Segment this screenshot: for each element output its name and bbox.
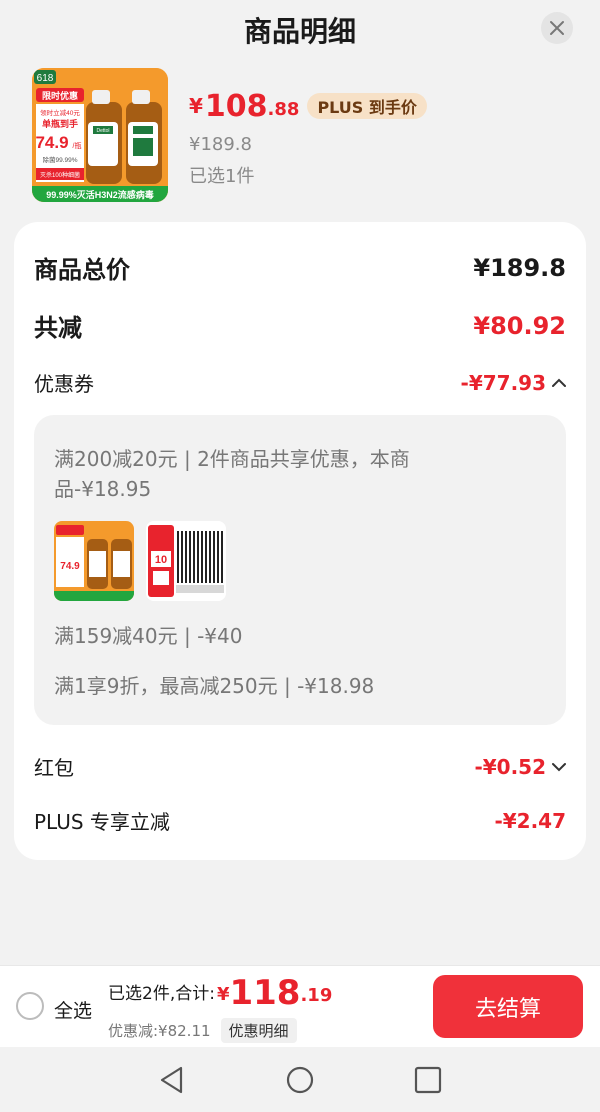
- order-total-integer: 118: [229, 973, 301, 1013]
- red-packet-label: 红包: [34, 756, 74, 780]
- header: 商品明细: [0, 0, 600, 56]
- price-decimal: .88: [267, 99, 300, 120]
- red-packet-value: -¥0.52: [474, 754, 546, 779]
- page-title: 商品明细: [243, 15, 356, 48]
- price-breakdown-card: 商品总价 ¥189.8 共减 ¥80.92 优惠券 -¥77.93 满200减2…: [14, 222, 586, 860]
- price-currency: ¥: [189, 94, 203, 118]
- svg-text:99.99%灭活H3N2流感病毒: 99.99%灭活H3N2流感病毒: [46, 189, 154, 200]
- svg-text:单瓶到手: 单瓶到手: [42, 118, 78, 129]
- discount-summary: 优惠减:¥82.11 优惠明细: [108, 1018, 297, 1043]
- svg-text:74.9: 74.9: [35, 133, 68, 152]
- order-total-decimal: .19: [300, 985, 333, 1006]
- order-total-currency: ¥: [216, 984, 230, 1005]
- total-price-label: 商品总价: [34, 256, 130, 284]
- coupon-line-2: 品-¥18.95: [54, 477, 152, 501]
- total-reduction-label: 共减: [34, 314, 82, 342]
- coupon-item-image-pens[interactable]: 10: [146, 521, 226, 601]
- svg-text:除菌99.99%: 除菌99.99%: [42, 155, 77, 164]
- svg-text:10: 10: [155, 554, 167, 566]
- coupon-detail-box: 满200减20元 | 2件商品共享优惠，本商 品-¥18.95 74.9 10 …: [34, 415, 566, 725]
- original-price: ¥189.8: [189, 134, 252, 155]
- selected-count: 已选1件: [189, 166, 255, 187]
- total-price-row: 商品总价 ¥189.8: [34, 250, 566, 285]
- dettol-product-illustration: 618 限时优惠 领时立减40元 单瓶到手 74.9 /瓶 除菌99.99% 灭…: [32, 68, 168, 202]
- coupon-line-1: 满200减20元 | 2件商品共享优惠，本商: [54, 447, 410, 471]
- close-icon: [550, 21, 564, 35]
- order-total-label: 已选2件,合计:: [108, 984, 215, 1004]
- coupon-label: 优惠券: [34, 372, 94, 396]
- svg-text:618: 618: [37, 73, 54, 84]
- checkout-button[interactable]: 去结算: [433, 975, 583, 1038]
- total-price-value: ¥189.8: [473, 253, 566, 282]
- order-total: 已选2件,合计: ¥ 118 .19: [108, 976, 332, 1010]
- plus-discount-row: PLUS 专享立减 -¥2.47: [34, 806, 566, 835]
- svg-text:/瓶: /瓶: [73, 141, 82, 150]
- system-nav-bar: [0, 1047, 600, 1112]
- home-icon[interactable]: [285, 1065, 315, 1095]
- coupon-item-image-dettol[interactable]: 74.9: [54, 521, 134, 601]
- coupon-value: -¥77.93: [460, 370, 546, 395]
- select-all-label[interactable]: 全选: [54, 996, 92, 1023]
- plus-discount-value: -¥2.47: [494, 808, 566, 833]
- total-reduction-row: 共减 ¥80.92: [34, 308, 566, 343]
- back-icon[interactable]: [157, 1065, 187, 1095]
- recents-icon[interactable]: [413, 1065, 443, 1095]
- chevron-down-icon: [552, 762, 566, 771]
- pens-thumbnail: 10: [146, 521, 226, 601]
- total-reduction-value: ¥80.92: [473, 311, 566, 340]
- detail-sheet: 商品明细 618 限时优惠 领时立减40元 单瓶到手 74.9 /瓶 除菌99.…: [0, 0, 600, 965]
- svg-text:领时立减40元: 领时立减40元: [40, 108, 80, 117]
- product-image[interactable]: 618 限时优惠 领时立减40元 单瓶到手 74.9 /瓶 除菌99.99% 灭…: [32, 68, 168, 202]
- dettol-thumbnail: 74.9: [54, 521, 134, 601]
- svg-text:灭杀100种细菌: 灭杀100种细菌: [40, 171, 80, 179]
- checkout-bar: 全选 已选2件,合计: ¥ 118 .19 优惠减:¥82.11 优惠明细 去结…: [0, 965, 600, 1047]
- svg-text:74.9: 74.9: [60, 561, 80, 572]
- red-packet-row[interactable]: 红包 -¥0.52: [34, 752, 566, 781]
- svg-text:Dettol: Dettol: [96, 128, 109, 134]
- svg-text:限时优惠: 限时优惠: [42, 90, 78, 101]
- plus-price-badge: PLUS 到手价: [307, 93, 427, 119]
- discount-amount: 优惠减:¥82.11: [108, 1022, 211, 1040]
- coupon-row[interactable]: 优惠券 -¥77.93: [34, 368, 566, 397]
- plus-discount-label: PLUS 专享立减: [34, 810, 170, 834]
- discount-detail-button[interactable]: 优惠明细: [220, 1018, 297, 1043]
- close-button[interactable]: [541, 12, 573, 44]
- chevron-up-icon: [552, 378, 566, 387]
- coupon-line-4: 满1享9折，最高减250元 | -¥18.98: [54, 674, 375, 698]
- select-all-radio[interactable]: [16, 992, 44, 1020]
- price-integer: 108: [204, 89, 268, 124]
- product-summary: 618 限时优惠 领时立减40元 单瓶到手 74.9 /瓶 除菌99.99% 灭…: [32, 68, 572, 204]
- product-price: ¥ 108 .88 PLUS 到手价: [189, 92, 427, 122]
- coupon-line-3: 满159减40元 | -¥40: [54, 624, 243, 648]
